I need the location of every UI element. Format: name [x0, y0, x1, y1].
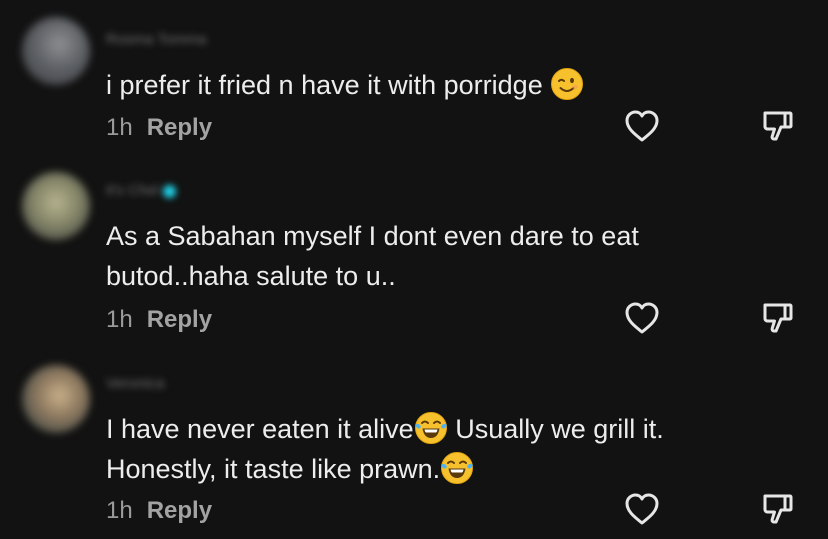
- face-with-tears-of-joy-emoji: [414, 412, 447, 444]
- comment-text-line-1: I have never eaten it alive Usually we g…: [106, 409, 664, 449]
- thumbs-down-icon: [763, 303, 793, 333]
- dislike-button[interactable]: [756, 487, 800, 531]
- username[interactable]: Rosma Tomma: [106, 31, 207, 48]
- heart-outline-icon: [625, 110, 659, 142]
- thumbs-down-icon: [763, 494, 793, 524]
- comment-text-line-2: Honestly, it taste like prawn.: [106, 449, 664, 489]
- like-button[interactable]: [620, 296, 664, 340]
- verified-badge-icon: [162, 184, 176, 198]
- avatar[interactable]: [22, 17, 90, 85]
- winking-face-emoji: [551, 68, 584, 100]
- comment-text-line-1: As a Sabahan myself I dont even dare to …: [106, 221, 639, 251]
- comment-text-content: i prefer it fried n have it with porridg…: [106, 70, 551, 100]
- comment-meta: 1h Reply: [106, 306, 212, 334]
- face-with-tears-of-joy-emoji: [441, 452, 474, 484]
- reply-button[interactable]: Reply: [147, 497, 212, 524]
- heart-outline-icon: [625, 302, 659, 334]
- timestamp: 1h: [106, 497, 133, 524]
- dislike-button[interactable]: [756, 296, 800, 340]
- timestamp: 1h: [106, 114, 133, 141]
- username[interactable]: it's Chel: [106, 182, 176, 199]
- avatar[interactable]: [22, 172, 90, 240]
- like-button[interactable]: [620, 104, 664, 148]
- comment-text: As a Sabahan myself I dont even dare to …: [106, 216, 639, 296]
- thumbs-down-icon: [763, 111, 793, 141]
- like-button[interactable]: [620, 487, 664, 531]
- reply-button[interactable]: Reply: [147, 114, 212, 141]
- timestamp: 1h: [106, 306, 133, 333]
- comment-text-segment: Usually we grill it.: [447, 414, 664, 444]
- username-text[interactable]: Rosma Tomma: [106, 31, 207, 48]
- dislike-button[interactable]: [756, 104, 800, 148]
- comment-text-segment: I have never eaten it alive: [106, 414, 414, 444]
- comment-text: I have never eaten it alive Usually we g…: [106, 409, 664, 489]
- username[interactable]: Veronica: [106, 375, 164, 392]
- comment-text-segment: Honestly, it taste like prawn.: [106, 454, 441, 484]
- comment-meta: 1h Reply: [106, 114, 212, 142]
- comment-meta: 1h Reply: [106, 497, 212, 525]
- comment-text: i prefer it fried n have it with porridg…: [106, 65, 584, 105]
- username-text[interactable]: it's Chel: [106, 182, 159, 199]
- avatar[interactable]: [22, 365, 90, 433]
- username-text[interactable]: Veronica: [106, 375, 164, 392]
- heart-outline-icon: [625, 493, 659, 525]
- reply-button[interactable]: Reply: [147, 306, 212, 333]
- comment-text-line-2: butod..haha salute to u..: [106, 261, 396, 291]
